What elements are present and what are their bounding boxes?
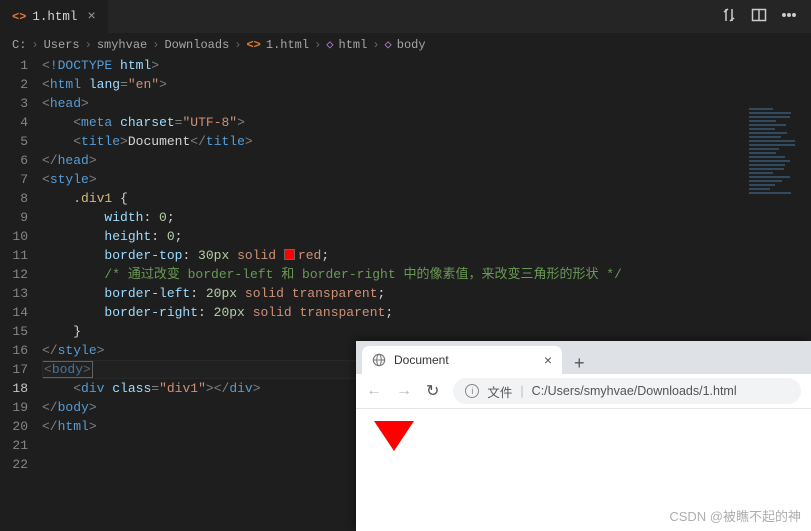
close-icon[interactable]: ×	[87, 9, 95, 25]
reload-button[interactable]: ↻	[426, 381, 439, 401]
browser-viewport	[356, 409, 811, 463]
tab-bar: <> 1.html ×	[0, 0, 811, 33]
line-gutter: 12345678910111213141516171819202122	[0, 56, 42, 474]
new-tab-button[interactable]: +	[562, 353, 597, 374]
more-icon[interactable]	[781, 7, 797, 27]
info-icon[interactable]: i	[465, 384, 479, 398]
back-button[interactable]: ←	[366, 382, 382, 400]
address-bar[interactable]: i 文件 | C:/Users/smyhvae/Downloads/1.html	[453, 378, 801, 404]
breadcrumbs[interactable]: C:›Users›smyhvae›Downloads›<> 1.html›◇ h…	[0, 33, 811, 56]
browser-window: Document × + ← → ↻ i 文件 | C:/Users/smyhv…	[356, 341, 811, 531]
html-file-icon: <>	[12, 10, 26, 24]
url-path: C:/Users/smyhvae/Downloads/1.html	[532, 384, 737, 398]
globe-icon	[372, 353, 386, 367]
browser-toolbar: ← → ↻ i 文件 | C:/Users/smyhvae/Downloads/…	[356, 374, 811, 409]
browser-tab[interactable]: Document ×	[362, 346, 562, 374]
url-scheme-label: 文件	[487, 382, 512, 401]
tab-filename: 1.html	[32, 10, 77, 24]
forward-button: →	[396, 382, 412, 400]
browser-tab-strip: Document × +	[356, 341, 811, 374]
split-editor-icon[interactable]	[751, 7, 767, 27]
rendered-triangle	[374, 421, 414, 451]
editor-tab[interactable]: <> 1.html ×	[0, 0, 108, 33]
url-separator: |	[520, 384, 523, 398]
compare-icon[interactable]	[721, 7, 737, 27]
browser-tab-title: Document	[394, 353, 536, 367]
close-icon[interactable]: ×	[544, 352, 552, 368]
watermark: CSDN @被瞧不起的神	[669, 506, 801, 525]
